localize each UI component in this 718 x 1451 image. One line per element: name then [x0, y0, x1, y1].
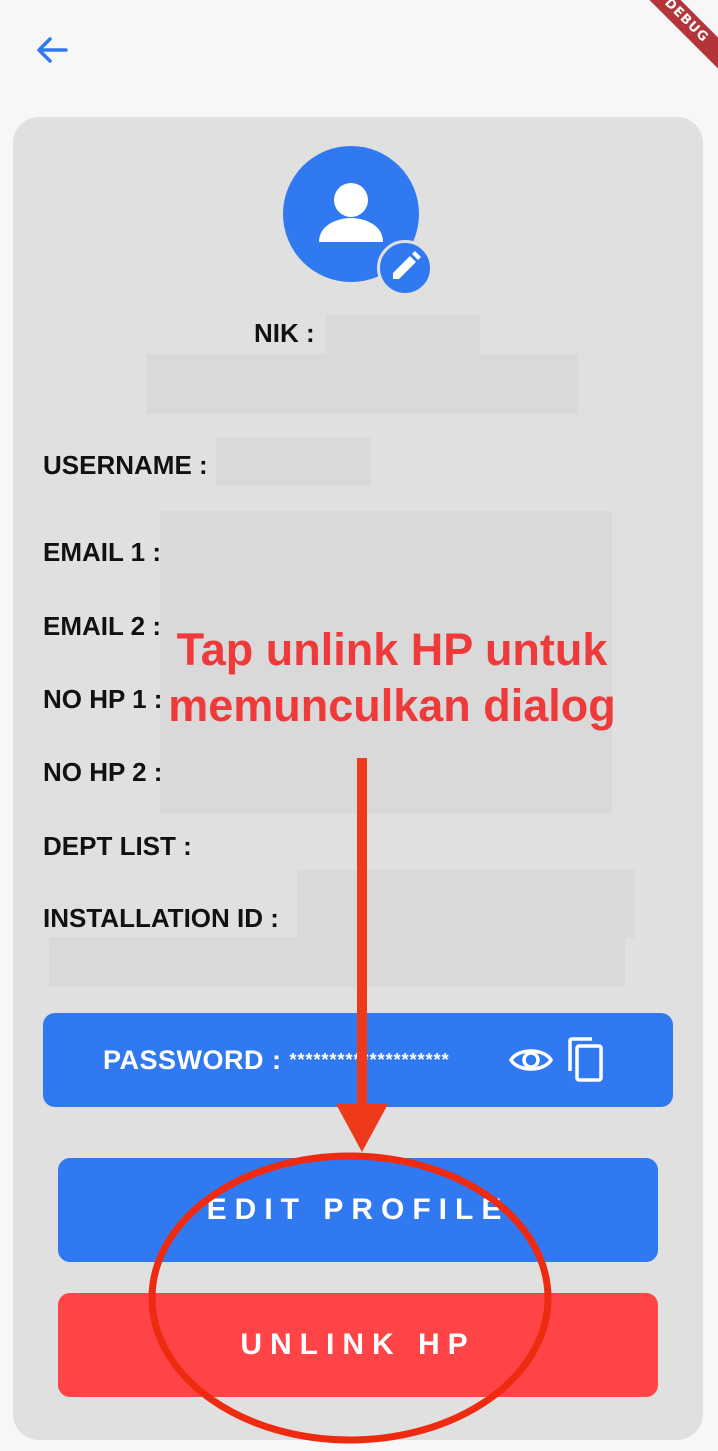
installation-id-redacted [297, 870, 635, 938]
annotation-line-2: memunculkan dialog [168, 680, 616, 731]
dept-list-label: DEPT LIST : [43, 831, 192, 861]
nik-value-redacted [326, 315, 480, 355]
installation-id-label: INSTALLATION ID : [43, 903, 279, 933]
back-arrow-icon [37, 37, 68, 63]
installation-id-redacted-2 [49, 937, 625, 987]
unlink-hp-button[interactable]: UNLINK HP [58, 1293, 658, 1397]
name-value-redacted [147, 354, 578, 414]
copy-icon[interactable] [564, 1035, 608, 1085]
debug-banner: DEBUG [628, 0, 718, 79]
edit-profile-button[interactable]: EDIT PROFILE [58, 1158, 658, 1262]
password-row: PASSWORD : ******************** [43, 1013, 673, 1107]
edit-avatar-button[interactable] [377, 240, 433, 296]
annotation-line-1: Tap unlink HP untuk [176, 624, 608, 675]
password-text: PASSWORD : ******************** [103, 1045, 450, 1076]
email1-label: EMAIL 1 : [43, 537, 161, 567]
password-masked-value: ******************** [289, 1049, 450, 1070]
back-button[interactable] [32, 30, 72, 70]
password-label: PASSWORD : [103, 1044, 282, 1075]
username-label: USERNAME : [43, 450, 208, 480]
nohp2-label: NO HP 2 : [43, 757, 163, 787]
annotation-text: Tap unlink HP untuk memunculkan dialog [142, 622, 642, 734]
username-value-redacted [216, 438, 371, 486]
nik-label: NIK : [254, 318, 315, 348]
eye-icon[interactable] [508, 1037, 554, 1083]
pencil-icon [393, 251, 421, 279]
